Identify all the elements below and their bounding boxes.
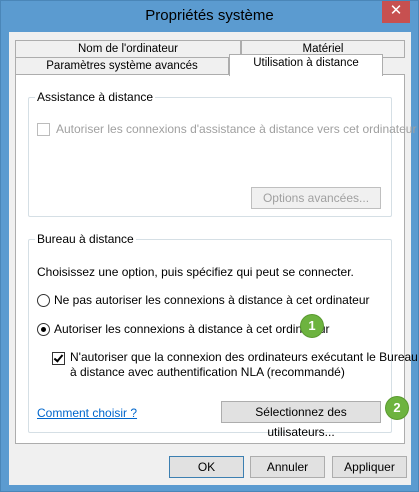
step-2-badge: 2 (386, 397, 408, 419)
apply-button[interactable]: Appliquer (332, 456, 407, 478)
cancel-button[interactable]: Annuler (250, 456, 325, 478)
dialog-client-area: Nom de l'ordinateur Matériel Paramètres … (9, 32, 418, 485)
nla-label-line1: N'autoriser que la connexion des ordinat… (70, 350, 418, 364)
select-users-button[interactable]: Sélectionnez des utilisateurs... (221, 401, 381, 439)
system-properties-window: Propriétés système ✕ Nom de l'ordinateur… (0, 0, 419, 492)
checkmark-icon (53, 352, 64, 363)
title-bar[interactable]: Propriétés système ✕ (1, 1, 418, 33)
allow-assistance-checkbox[interactable] (37, 123, 50, 136)
tab-computer-name[interactable]: Nom de l'ordinateur (15, 40, 241, 58)
nla-checkbox[interactable] (52, 352, 65, 365)
how-to-choose-link[interactable]: Comment choisir ? (37, 406, 137, 420)
radio-selected-dot (41, 327, 46, 332)
remote-tab-panel: Assistance à distance Autoriser les conn… (15, 74, 418, 444)
tab-advanced-settings[interactable]: Paramètres système avancés (15, 57, 229, 75)
remote-assistance-group: Assistance à distance Autoriser les conn… (28, 90, 416, 217)
nla-label-line2: à distance avec authentification NLA (re… (70, 365, 345, 379)
close-icon: ✕ (389, 2, 403, 19)
remote-desktop-group: Bureau à distance Choisissez une option,… (28, 232, 418, 439)
window-title: Propriétés système (145, 7, 274, 24)
deny-remote-label: Ne pas autoriser les connexions à distan… (54, 293, 370, 307)
step-1-badge: 1 (301, 315, 323, 337)
allow-remote-label: Autoriser les connexions à distance à ce… (54, 322, 330, 336)
allow-assistance-label: Autoriser les connexions d'assistance à … (56, 122, 417, 136)
deny-remote-radio[interactable] (37, 294, 50, 307)
advanced-options-button[interactable]: Options avancées... (251, 187, 381, 209)
ok-button[interactable]: OK (169, 456, 244, 478)
remote-desktop-group-label: Bureau à distance (35, 232, 136, 246)
allow-remote-radio[interactable] (37, 323, 50, 336)
remote-assistance-group-label: Assistance à distance (35, 90, 156, 104)
tab-remote[interactable]: Utilisation à distance (229, 54, 383, 76)
close-button[interactable]: ✕ (382, 1, 410, 23)
remote-desktop-instruction: Choisissez une option, puis spécifiez qu… (37, 265, 354, 279)
